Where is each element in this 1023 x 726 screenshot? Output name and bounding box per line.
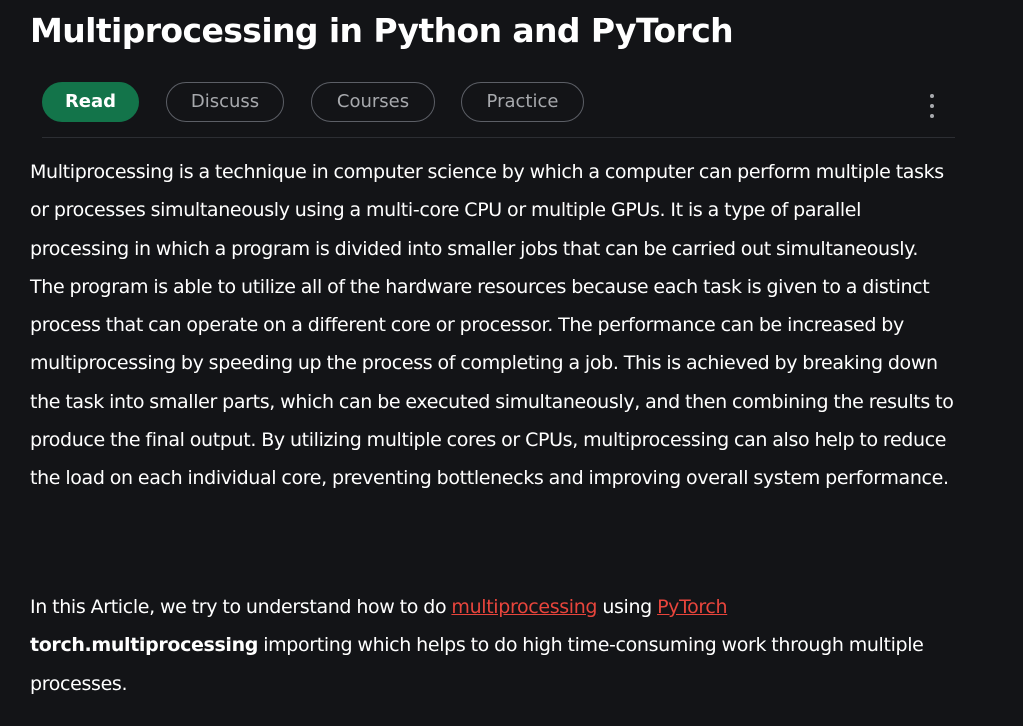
paragraph-text: In this Article, we try to understand ho…	[30, 596, 452, 618]
article-tab-bar: Read Discuss Courses Practice	[30, 82, 955, 124]
article-title: Multiprocessing in Python and PyTorch	[30, 11, 734, 50]
code-term: torch.multiprocessing	[30, 634, 259, 657]
multiprocessing-link[interactable]: multiprocessing	[451, 596, 597, 618]
tab-read[interactable]: Read	[42, 82, 139, 122]
pytorch-link[interactable]: PyTorch	[657, 596, 727, 618]
tab-courses[interactable]: Courses	[311, 82, 435, 122]
tab-divider	[42, 137, 955, 138]
article-paragraph-intro: Multiprocessing is a technique in comput…	[30, 161, 954, 490]
tab-discuss[interactable]: Discuss	[166, 82, 284, 122]
paragraph-text: using	[597, 596, 658, 618]
vertical-ellipsis-icon[interactable]	[923, 93, 941, 119]
ellipsis-dot	[930, 114, 934, 118]
ellipsis-dot	[930, 94, 934, 98]
ellipsis-dot	[930, 104, 934, 108]
article-paragraph-summary: In this Article, we try to understand ho…	[30, 588, 955, 703]
article: Multiprocessing in Python and PyTorch Re…	[30, 0, 955, 695]
tab-practice[interactable]: Practice	[461, 82, 584, 122]
